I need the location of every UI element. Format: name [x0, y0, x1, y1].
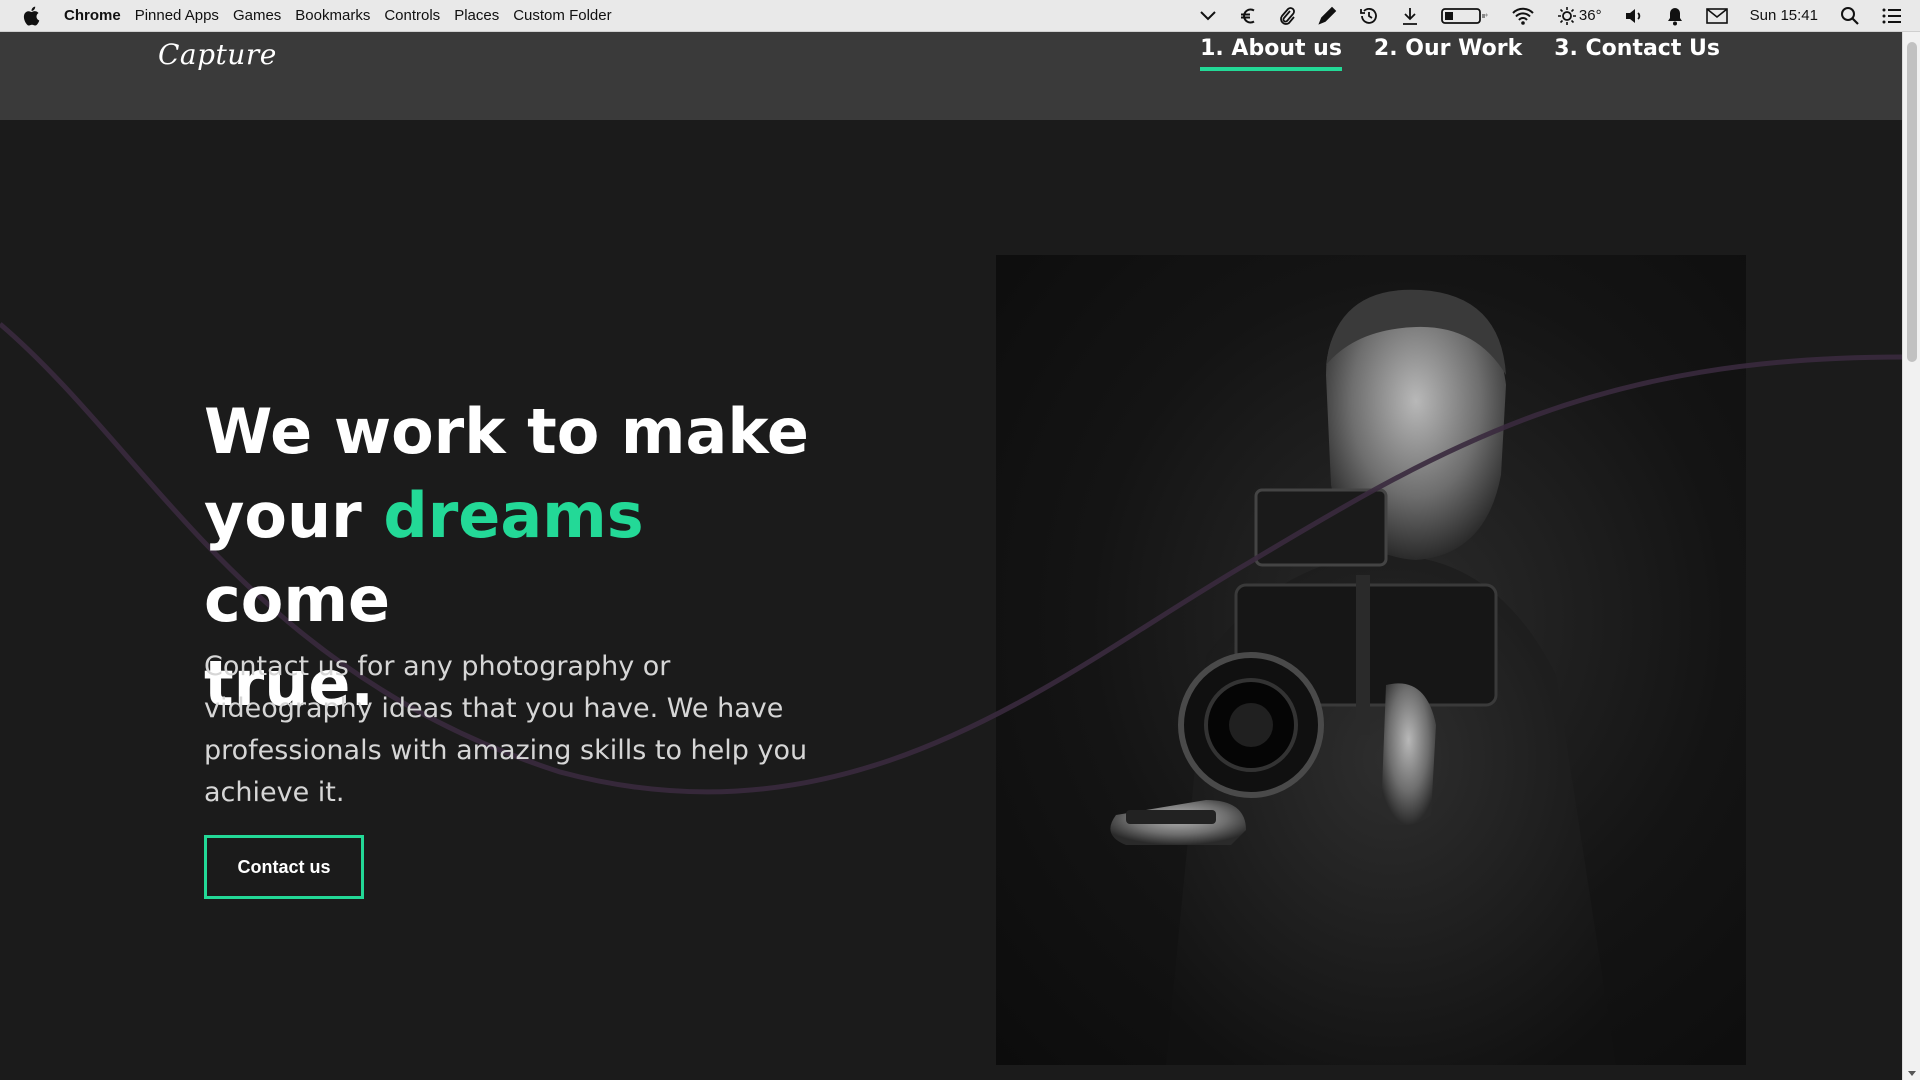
battery-icon[interactable] [1441, 6, 1489, 26]
menubar-item-places[interactable]: Places [454, 7, 499, 24]
menubar-item-controls[interactable]: Controls [384, 7, 440, 24]
hero-heading-your: your [204, 479, 362, 552]
nav-link-label: 1. About us [1200, 36, 1342, 61]
nav-link-label: 3. Contact Us [1554, 36, 1720, 61]
nav-link-about-us[interactable]: 1. About us [1200, 36, 1342, 71]
menubar-app-name[interactable]: Chrome [64, 7, 121, 24]
notification-bell-icon[interactable] [1666, 6, 1684, 26]
weather-sun-icon[interactable]: 36° [1557, 6, 1602, 26]
chevron-down-icon[interactable] [1199, 10, 1217, 22]
history-icon[interactable] [1359, 6, 1379, 26]
vertical-scrollbar[interactable] [1902, 32, 1920, 1080]
list-menu-icon[interactable] [1882, 7, 1902, 25]
videographer-illustration [1110, 289, 1616, 1065]
menubar-item-games[interactable]: Games [233, 7, 281, 24]
euro-icon[interactable] [1239, 6, 1257, 26]
volume-icon[interactable] [1624, 6, 1644, 26]
site-header: Capture 1. About us 2. Our Work 3. Conta… [0, 32, 1902, 120]
site-logo[interactable]: Capture [158, 38, 277, 71]
paperclip-icon[interactable] [1279, 6, 1295, 26]
nav-link-contact-us[interactable]: 3. Contact Us [1554, 36, 1720, 71]
system-menubar: Chrome Pinned Apps Games Bookmarks Contr… [0, 0, 1920, 32]
pen-icon[interactable] [1317, 6, 1337, 26]
webpage: Capture 1. About us 2. Our Work 3. Conta… [0, 32, 1902, 1080]
site-nav: 1. About us 2. Our Work 3. Contact Us [1168, 36, 1720, 71]
mail-icon[interactable] [1705, 7, 1728, 25]
nav-link-our-work[interactable]: 2. Our Work [1374, 36, 1522, 71]
menubar-item-bookmarks[interactable]: Bookmarks [295, 7, 370, 24]
hero-description: Contact us for any photography or videog… [204, 651, 808, 808]
menubar-item-custom-folder[interactable]: Custom Folder [513, 7, 611, 24]
hero-photo-videographer [996, 255, 1746, 1065]
nav-link-label: 2. Our Work [1373, 36, 1523, 61]
menubar-clock[interactable]: Sun 15:41 [1750, 7, 1818, 24]
scroll-down-arrow-icon[interactable] [1908, 1071, 1916, 1076]
search-icon[interactable] [1840, 6, 1860, 26]
hero-heading-come: come [204, 563, 390, 636]
hero-heading-line1: We work to make [204, 395, 809, 468]
scrollbar-thumb[interactable] [1907, 42, 1917, 362]
wifi-icon[interactable] [1511, 6, 1535, 26]
menubar-item-pinned-apps[interactable]: Pinned Apps [135, 7, 219, 24]
apple-icon[interactable] [22, 6, 40, 26]
download-icon[interactable] [1401, 6, 1419, 26]
active-nav-underline [1200, 67, 1342, 71]
weather-temp: 36° [1578, 7, 1602, 24]
contact-us-button[interactable]: Contact us [204, 835, 364, 899]
hero-heading-accent: dreams [383, 479, 644, 552]
